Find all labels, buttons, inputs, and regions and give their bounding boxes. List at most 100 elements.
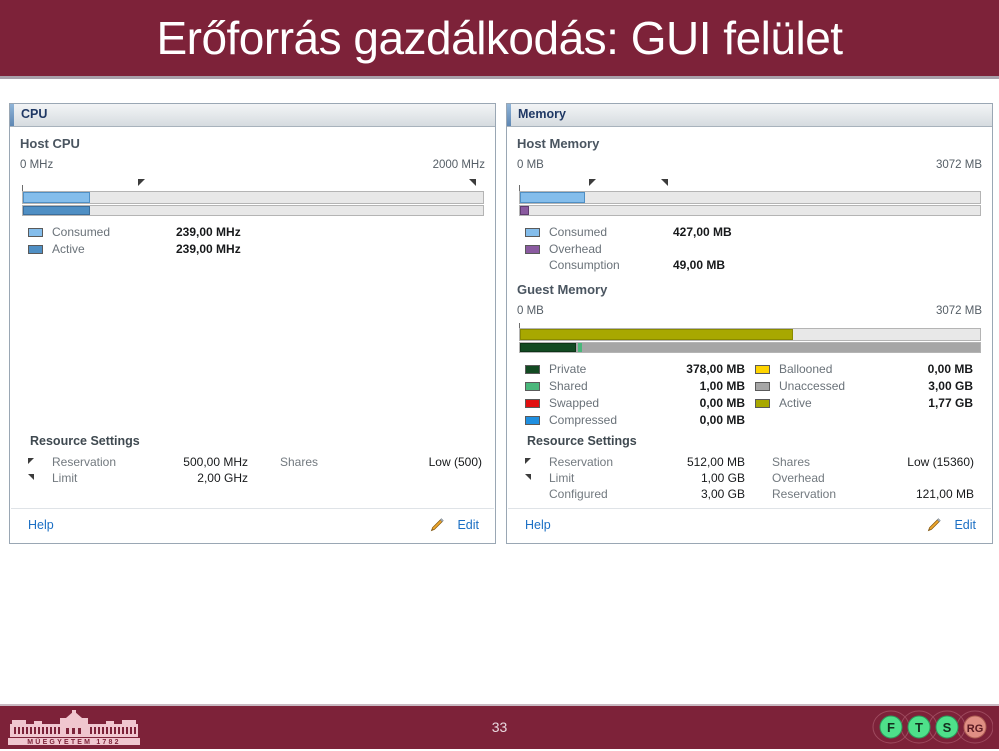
legend-item-ballooned: Ballooned 0,00 MB — [755, 362, 973, 378]
badge-s-label: S — [943, 720, 952, 735]
memory-panel: Memory Host Memory 0 MB 3072 MB Consumed… — [506, 103, 993, 544]
legend-item-host-consumption: Consumption 49,00 MB — [525, 258, 785, 274]
cpu-panel-header: CPU — [10, 104, 495, 127]
legend-value: 49,00 MB — [673, 258, 726, 272]
active-swatch-icon — [755, 399, 770, 408]
private-swatch-icon — [525, 365, 540, 374]
ballooned-swatch-icon — [755, 365, 770, 374]
memory-reservation-label: Reservation — [549, 455, 614, 469]
badge-rg-label: RG — [967, 723, 984, 735]
legend-item-active: Active 239,00 MHz — [28, 242, 268, 258]
legend-item-consumed: Consumed 239,00 MHz — [28, 225, 268, 241]
memory-resource-settings-title: Resource Settings — [527, 434, 637, 448]
guest-memory-shared-fill — [578, 343, 582, 352]
cpu-reservation-row-marker-icon — [28, 458, 34, 464]
legend-label: Unaccessed — [779, 379, 846, 393]
memory-overhead-reservation-value: 121,00 MB — [915, 487, 974, 501]
page-number: 33 — [491, 718, 508, 735]
legend-value: 239,00 MHz — [176, 225, 241, 239]
guest-memory-section-title: Guest Memory — [517, 282, 608, 297]
cpu-edit-pencil-icon[interactable] — [429, 517, 445, 533]
legend-item-swapped: Swapped 0,00 MB — [525, 396, 745, 412]
badge-f-label: F — [887, 720, 895, 735]
unaccessed-swatch-icon — [755, 382, 770, 391]
consumed-swatch-icon — [28, 228, 43, 237]
legend-value: 1,77 GB — [928, 396, 973, 410]
memory-configured-label: Configured — [549, 487, 608, 501]
memory-panel-foot-divider — [508, 508, 991, 509]
legend-value: 0,00 MB — [699, 413, 745, 427]
host-memory-overhead-fill — [520, 206, 529, 215]
legend-label: Consumed — [549, 225, 608, 239]
cpu-panel: CPU Host CPU 0 MHz 2000 MHz Consumed 239… — [9, 103, 496, 544]
host-memory-reservation-marker — [589, 179, 596, 186]
memory-configured-value: 3,00 GB — [700, 487, 745, 501]
cpu-limit-label: Limit — [52, 471, 78, 485]
cpu-limit-value: 2,00 GHz — [197, 471, 248, 485]
memory-reservation-row-marker-icon — [525, 458, 531, 464]
swapped-swatch-icon — [525, 399, 540, 408]
legend-item-private: Private 378,00 MB — [525, 362, 745, 378]
legend-label: Consumption — [549, 258, 620, 272]
cpu-scale-min-label: 0 MHz — [20, 159, 54, 171]
cpu-limit-marker — [469, 179, 476, 186]
legend-value: 239,00 MHz — [176, 242, 241, 256]
consumed-swatch-icon — [525, 228, 540, 237]
cpu-edit-link[interactable]: Edit — [457, 518, 479, 532]
shared-swatch-icon — [525, 382, 540, 391]
legend-label: Ballooned — [779, 362, 833, 376]
guest-memory-private-fill — [520, 343, 576, 352]
compressed-swatch-icon — [525, 416, 540, 425]
legend-label: Active — [779, 396, 812, 410]
legend-value: 1,00 MB — [699, 379, 745, 393]
cpu-panel-body: Host CPU 0 MHz 2000 MHz Consumed 239,00 … — [10, 127, 495, 542]
guest-memory-scale-max-label: 3072 MB — [935, 305, 982, 317]
memory-shares-label: Shares — [772, 455, 811, 469]
cpu-resource-settings-title: Resource Settings — [30, 434, 140, 448]
title-divider — [0, 76, 999, 79]
memory-limit-row-marker-icon — [525, 474, 531, 480]
memory-edit-link[interactable]: Edit — [954, 518, 976, 532]
guest-memory-breakdown-bar — [519, 342, 981, 353]
memory-reservation-value: 512,00 MB — [686, 455, 745, 469]
memory-panel-header: Memory — [507, 104, 992, 127]
host-memory-scale-min-label: 0 MB — [517, 159, 544, 171]
host-memory-consumed-bar — [519, 191, 981, 204]
cpu-help-link[interactable]: Help — [28, 518, 54, 532]
guest-memory-active-bar — [519, 328, 981, 341]
footer-badges: F T S RG — [871, 710, 994, 744]
legend-value: 427,00 MB — [673, 225, 732, 239]
overhead-swatch-icon — [525, 245, 540, 254]
host-cpu-section-title: Host CPU — [20, 136, 80, 151]
memory-panel-body: Host Memory 0 MB 3072 MB Consumed 427,00… — [507, 127, 992, 542]
legend-item-unaccessed: Unaccessed 3,00 GB — [755, 379, 973, 395]
badge-t-label: T — [915, 720, 923, 735]
legend-label: Compressed — [549, 413, 618, 427]
slide-footer: MŰEGYETEM 1782 33 F T S RG — [0, 704, 999, 749]
memory-limit-label: Limit — [549, 471, 575, 485]
legend-item-compressed: Compressed 0,00 MB — [525, 413, 745, 429]
cpu-shares-label: Shares — [280, 455, 319, 469]
memory-edit-pencil-icon[interactable] — [926, 517, 942, 533]
memory-overhead-label: Overhead — [772, 471, 825, 485]
cpu-active-fill — [23, 206, 90, 215]
legend-label: Active — [52, 242, 85, 256]
host-memory-section-title: Host Memory — [517, 136, 600, 151]
guest-memory-scale-min-label: 0 MB — [517, 305, 544, 317]
cpu-panel-title: CPU — [21, 107, 48, 121]
cpu-reservation-label: Reservation — [52, 455, 117, 469]
legend-value: 0,00 MB — [699, 396, 745, 410]
memory-help-link[interactable]: Help — [525, 518, 551, 532]
guest-memory-active-fill — [520, 329, 793, 340]
legend-label: Swapped — [549, 396, 600, 410]
host-memory-overhead-bar — [519, 205, 981, 216]
active-swatch-icon — [28, 245, 43, 254]
cpu-reservation-value: 500,00 MHz — [183, 455, 248, 469]
legend-label: Shared — [549, 379, 588, 393]
cpu-consumed-fill — [23, 192, 90, 203]
legend-item-host-consumed: Consumed 427,00 MB — [525, 225, 785, 241]
legend-item-guest-active: Active 1,77 GB — [755, 396, 973, 412]
cpu-reservation-marker — [138, 179, 145, 186]
cpu-scale-max-label: 2000 MHz — [432, 159, 485, 171]
panel-accent-bar — [10, 104, 14, 126]
